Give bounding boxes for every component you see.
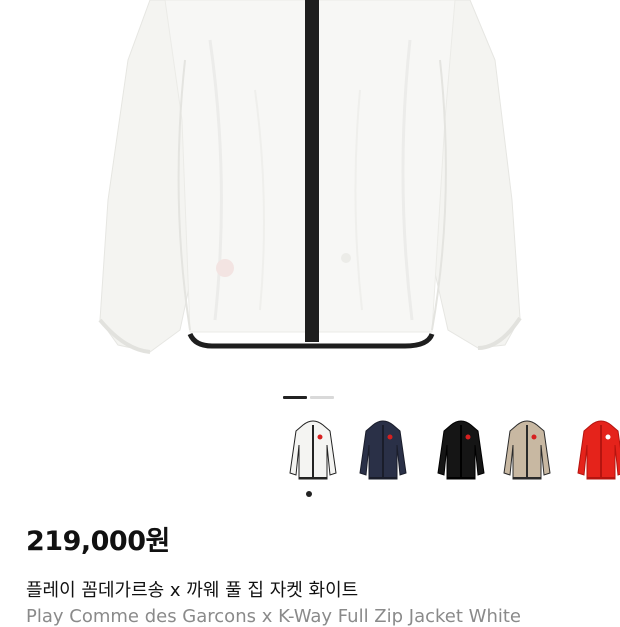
selected-variant-dot [306, 491, 312, 497]
variant-thumbnail-red-jacket[interactable] [572, 415, 620, 485]
variant-thumbnail-beige-black-jacket[interactable] [498, 415, 556, 485]
variant-thumbnail-white-jacket[interactable] [284, 415, 342, 485]
product-title-english: Play Comme des Garcons x K-Way Full Zip … [26, 606, 521, 627]
product-hero-image[interactable] [0, 0, 620, 380]
pager-indicator-1[interactable] [283, 396, 307, 399]
product-price: 219,000원 [26, 526, 170, 557]
pager-indicator-2[interactable] [310, 396, 334, 399]
color-variant-thumbnails [280, 415, 620, 495]
jacket-illustration [98, 0, 522, 354]
image-pager [283, 396, 334, 399]
variant-thumbnail-navy-jacket[interactable] [354, 415, 412, 485]
product-title-korean: 플레이 꼼데가르송 x 까웨 풀 집 자켓 화이트 [26, 580, 359, 601]
variant-thumbnail-black-jacket[interactable] [432, 415, 490, 485]
